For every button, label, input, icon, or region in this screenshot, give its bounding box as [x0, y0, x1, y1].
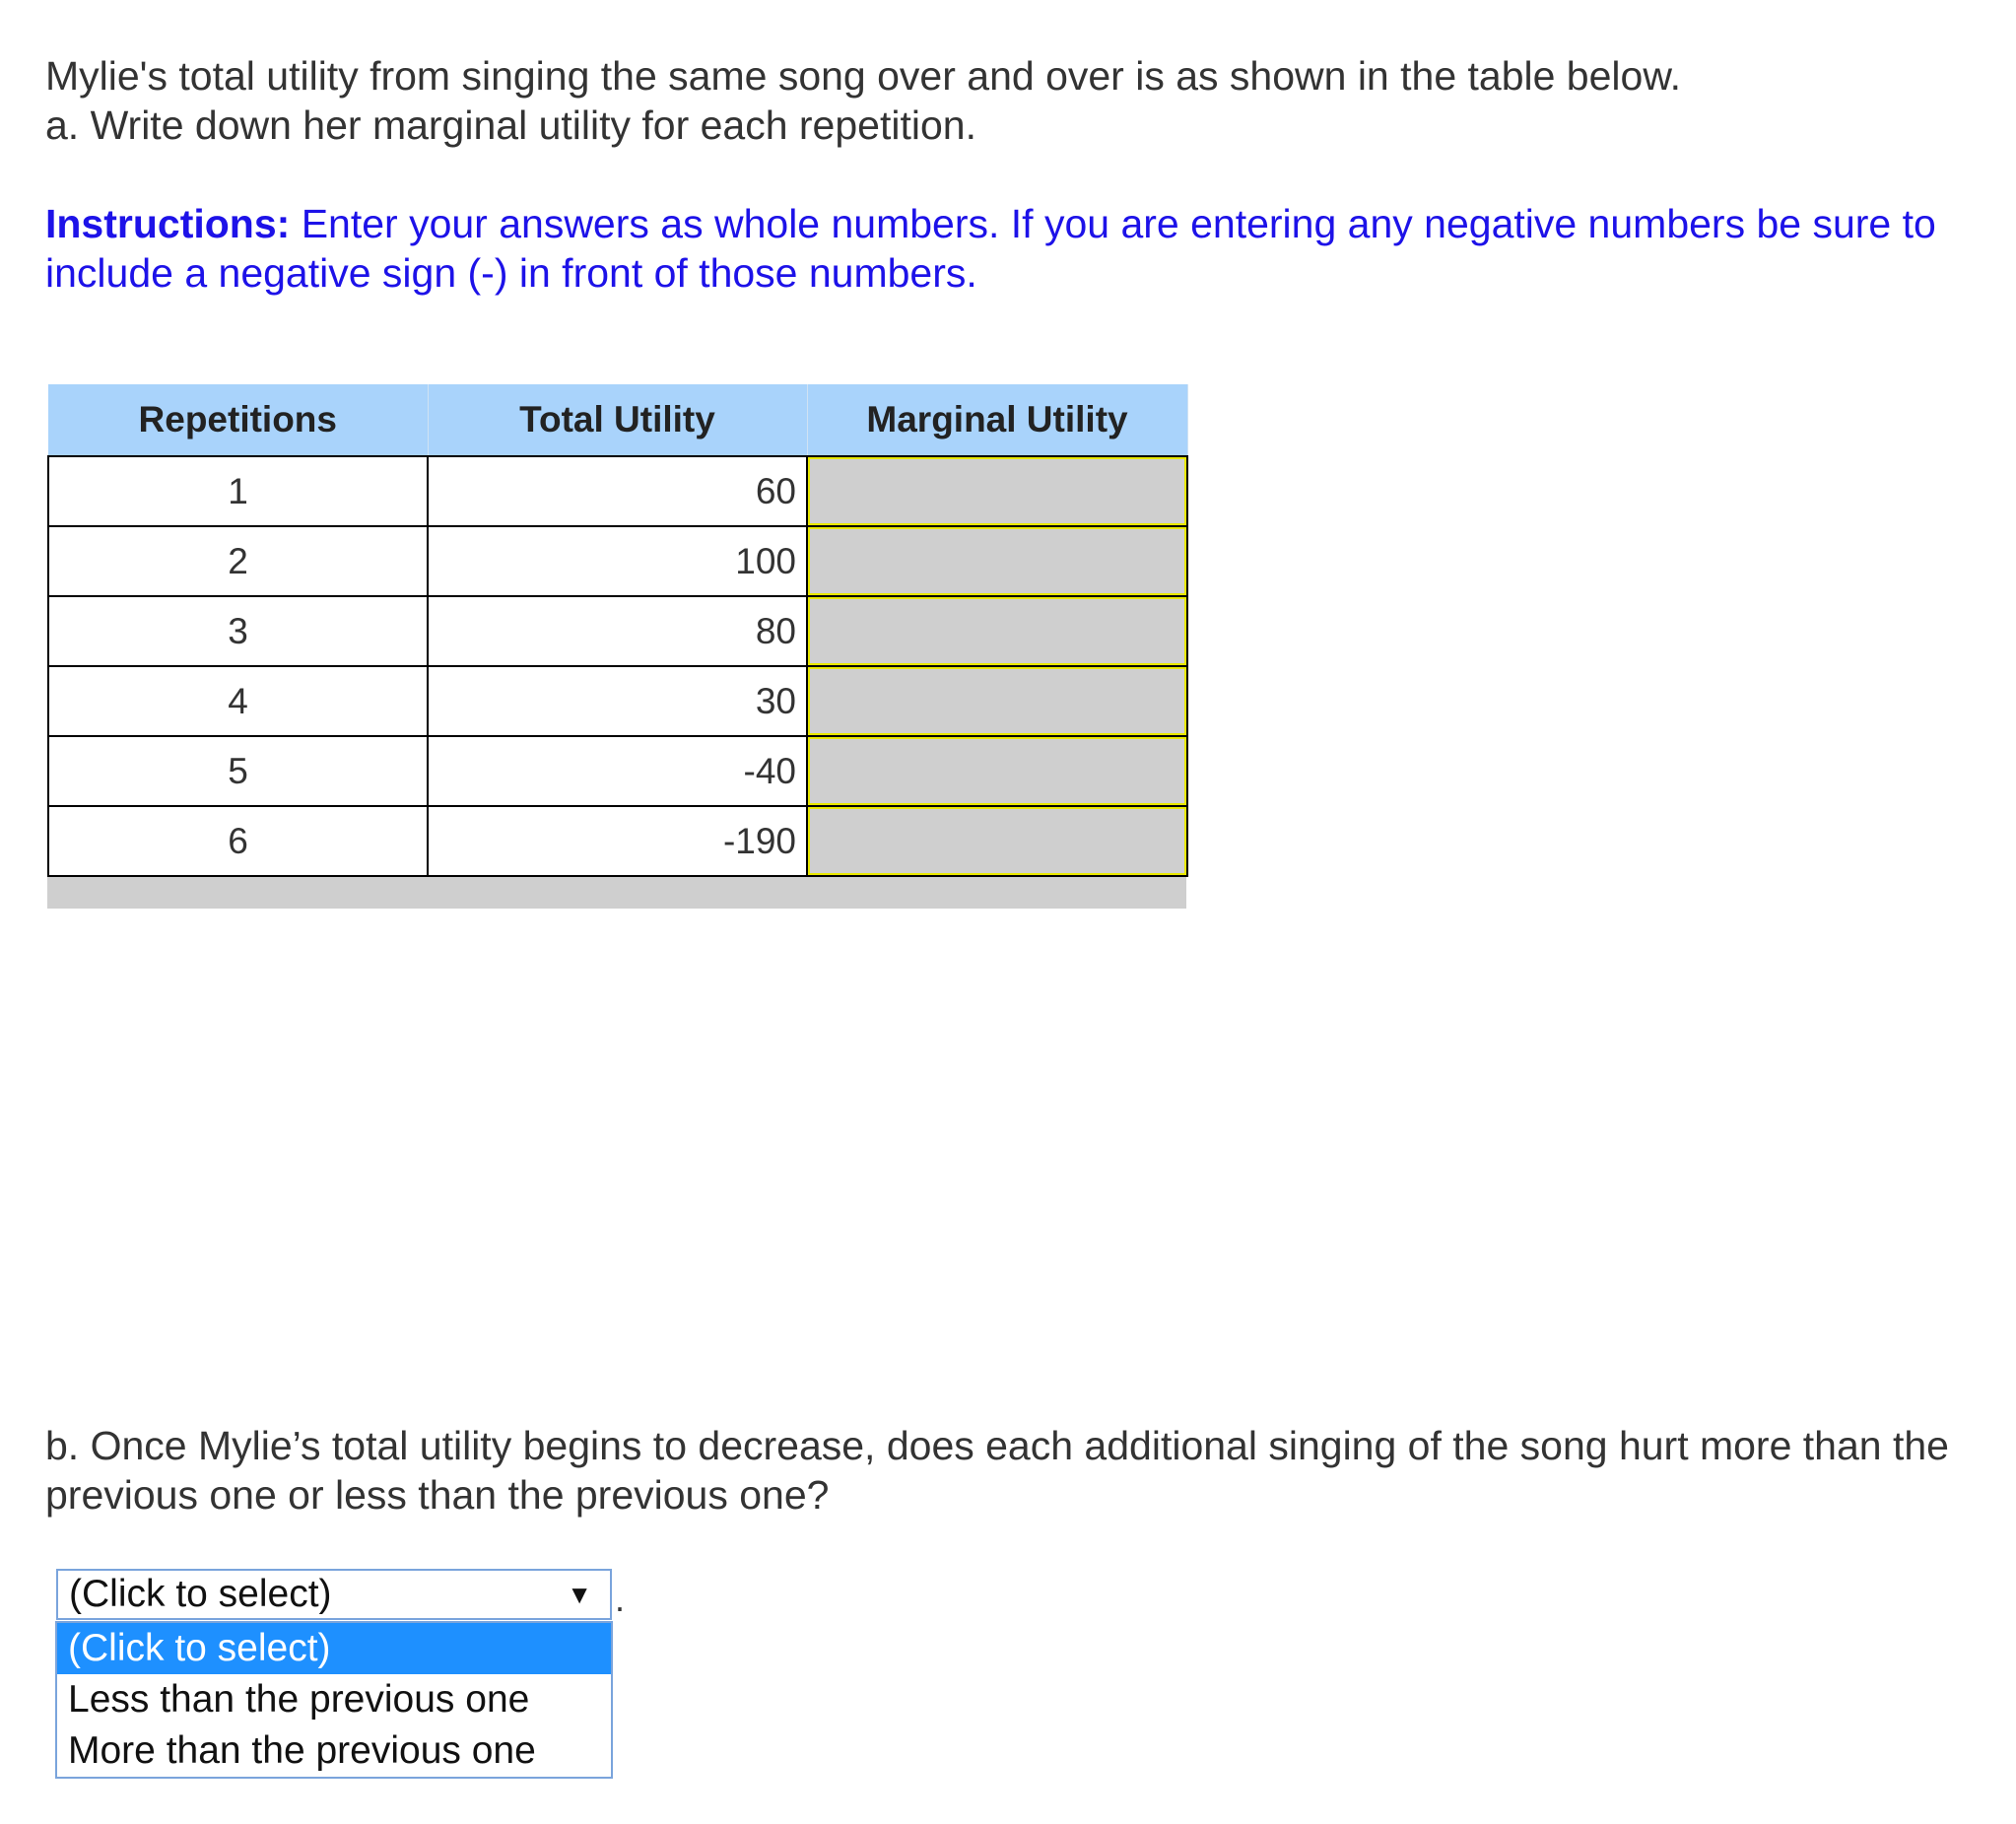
repetitions-cell: 6	[47, 805, 429, 877]
instructions: Instructions: Enter your answers as whol…	[45, 199, 1977, 298]
header-marginal-utility: Marginal Utility	[807, 384, 1188, 457]
part-b-question: b. Once Mylie’s total utility begins to …	[45, 1423, 1949, 1518]
instructions-label: Instructions:	[45, 201, 291, 246]
dropdown-option-click-to-select[interactable]: (Click to select)	[57, 1623, 611, 1674]
caret-down-icon: ▼	[567, 1580, 592, 1609]
table-row: 3 80	[47, 595, 1188, 667]
total-utility-cell: -40	[427, 735, 808, 807]
repetitions-cell: 5	[47, 735, 429, 807]
instructions-text: Enter your answers as whole numbers. If …	[45, 201, 1936, 296]
marginal-utility-input[interactable]	[808, 457, 1186, 525]
table-row: 5 -40	[47, 735, 1188, 807]
repetitions-cell: 1	[47, 455, 429, 527]
marginal-utility-cell	[806, 525, 1188, 597]
marginal-utility-cell	[806, 455, 1188, 527]
total-utility-cell: 100	[427, 525, 808, 597]
table-row: 6 -190	[47, 805, 1188, 877]
dropdown-selected-value: (Click to select)	[69, 1573, 332, 1615]
marginal-utility-input[interactable]	[808, 737, 1186, 805]
total-utility-cell: 30	[427, 665, 808, 737]
total-utility-cell: 80	[427, 595, 808, 667]
repetitions-cell: 3	[47, 595, 429, 667]
dropdown-option-less[interactable]: Less than the previous one	[57, 1674, 611, 1725]
marginal-utility-cell	[806, 595, 1188, 667]
repetitions-cell: 2	[47, 525, 429, 597]
trailing-period: .	[615, 1579, 626, 1619]
utility-table-container: Repetitions Total Utility Marginal Utili…	[47, 384, 1188, 909]
table-row: 4 30	[47, 665, 1188, 737]
table-row: 1 60	[47, 455, 1188, 527]
table-footer-bar	[47, 877, 1186, 909]
marginal-utility-input[interactable]	[808, 667, 1186, 735]
marginal-utility-cell	[806, 805, 1188, 877]
table-row: 2 100	[47, 525, 1188, 597]
intro-line-1: Mylie's total utility from singing the s…	[45, 53, 1682, 99]
dropdown-options-list: (Click to select) Less than the previous…	[55, 1621, 613, 1779]
total-utility-cell: 60	[427, 455, 808, 527]
question-intro: Mylie's total utility from singing the s…	[45, 51, 1977, 150]
repetitions-cell: 4	[47, 665, 429, 737]
marginal-utility-input[interactable]	[808, 807, 1186, 875]
dropdown-option-more[interactable]: More than the previous one	[57, 1725, 611, 1777]
header-repetitions: Repetitions	[48, 384, 429, 457]
utility-table: Repetitions Total Utility Marginal Utili…	[47, 384, 1188, 877]
header-total-utility: Total Utility	[428, 384, 808, 457]
answer-dropdown[interactable]: (Click to select) ▼	[56, 1569, 612, 1620]
marginal-utility-cell	[806, 735, 1188, 807]
total-utility-cell: -190	[427, 805, 808, 877]
marginal-utility-cell	[806, 665, 1188, 737]
marginal-utility-input[interactable]	[808, 597, 1186, 665]
intro-line-2: a. Write down her marginal utility for e…	[45, 102, 976, 148]
marginal-utility-input[interactable]	[808, 527, 1186, 595]
table-header-row: Repetitions Total Utility Marginal Utili…	[48, 384, 1188, 457]
